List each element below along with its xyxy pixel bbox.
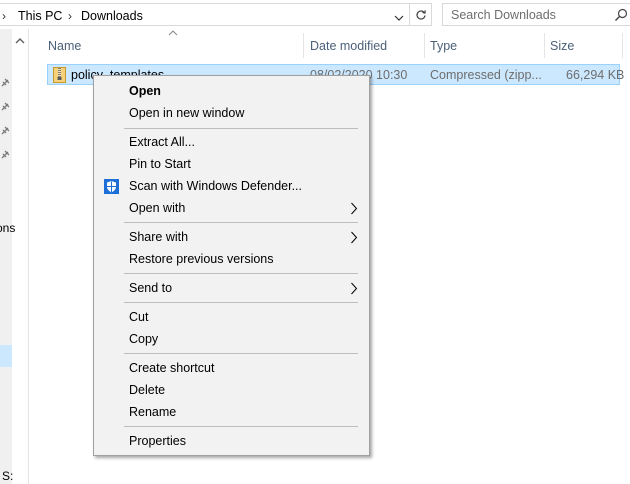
menu-item-label: Cut [129,310,149,324]
sort-ascending-icon [168,30,178,36]
menu-separator [124,273,358,274]
menu-separator [124,222,358,223]
menu-separator [124,426,358,427]
menu-item-open[interactable]: Open [95,80,368,102]
address-bar: › This PC › Downloads Search Downloads [0,0,630,29]
breadcrumb-downloads[interactable]: Downloads [81,9,143,23]
menu-item-share-with[interactable]: Share with [95,226,368,248]
column-divider[interactable] [424,33,425,58]
search-icon[interactable] [613,7,629,23]
menu-item-label: Restore previous versions [129,252,274,266]
scroll-up-icon[interactable] [14,35,26,47]
pin-icon[interactable] [0,149,10,161]
breadcrumb-this-pc[interactable]: This PC [18,9,62,23]
refresh-icon [416,9,426,20]
refresh-button[interactable] [410,3,432,26]
menu-item-properties[interactable]: Properties [95,430,368,452]
column-header-type[interactable]: Type [430,39,457,64]
file-size: 66,294 KB [566,68,625,82]
zip-folder-icon [53,67,66,83]
column-divider[interactable] [544,33,545,58]
menu-item-label: Scan with Windows Defender... [129,179,302,193]
menu-item-create-shortcut[interactable]: Create shortcut [95,357,368,379]
menu-item-extract-all[interactable]: Extract All... [95,131,368,153]
menu-item-label: Pin to Start [129,157,191,171]
menu-item-rename[interactable]: Rename [95,401,368,423]
pin-icon[interactable] [0,77,10,89]
nav-item-partial[interactable]: S: [2,469,13,483]
navigation-pane: ons S: [0,29,29,484]
column-divider[interactable] [622,33,623,58]
menu-item-scan-defender[interactable]: Scan with Windows Defender... [95,175,368,197]
menu-item-pin-to-start[interactable]: Pin to Start [95,153,368,175]
menu-item-label: Delete [129,383,166,397]
nav-item-partial[interactable]: ons [0,221,15,235]
menu-separator [124,128,358,129]
submenu-arrow-icon [351,282,358,295]
menu-item-label: Open [129,84,161,98]
menu-item-label: Open in new window [129,106,245,120]
windows-defender-icon [104,179,119,194]
menu-item-label: Open with [129,201,186,215]
menu-item-label: Send to [129,281,173,295]
column-header-name[interactable]: Name [48,39,81,64]
menu-item-cut[interactable]: Cut [95,306,368,328]
menu-item-label: Rename [129,405,177,419]
menu-item-send-to[interactable]: Send to [95,277,368,299]
context-menu: Open Open in new window Extract All... P… [93,75,370,456]
menu-item-label: Share with [129,230,189,244]
menu-item-label: Extract All... [129,135,195,149]
search-placeholder: Search Downloads [451,8,556,22]
pin-icon[interactable] [0,101,10,113]
nav-scrollbar[interactable] [0,29,12,484]
menu-separator [124,302,358,303]
menu-item-label: Properties [129,434,186,448]
submenu-arrow-icon [351,202,358,215]
search-input[interactable]: Search Downloads [442,3,630,26]
menu-item-restore-versions[interactable]: Restore previous versions [95,248,368,270]
nav-item-selected[interactable] [0,345,12,367]
pin-icon[interactable] [0,125,10,137]
menu-item-open-new-window[interactable]: Open in new window [95,102,368,124]
column-divider[interactable] [303,33,304,58]
menu-item-label: Create shortcut [129,361,215,375]
menu-item-open-with[interactable]: Open with [95,197,368,219]
column-header-size[interactable]: Size [550,39,574,64]
menu-item-copy[interactable]: Copy [95,328,368,350]
breadcrumb[interactable]: › This PC › Downloads [0,3,410,26]
submenu-arrow-icon [351,231,358,244]
chevron-right-icon[interactable]: › [68,9,72,23]
column-header-date[interactable]: Date modified [310,39,387,64]
chevron-down-icon[interactable] [391,8,407,28]
menu-separator [124,353,358,354]
menu-item-delete[interactable]: Delete [95,379,368,401]
menu-item-label: Copy [129,332,159,346]
file-type: Compressed (zipp... [430,68,542,82]
chevron-right-icon[interactable]: › [2,9,6,23]
